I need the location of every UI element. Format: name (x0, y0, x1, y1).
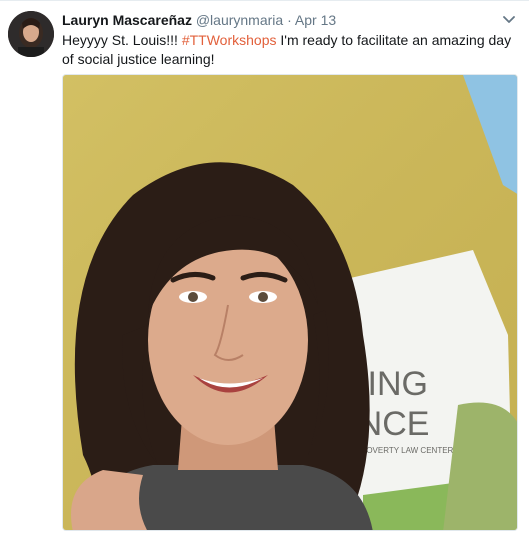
tweet-card[interactable]: Lauryn Mascareñaz @laurynmaria · Apr 13 … (0, 0, 529, 537)
author-name[interactable]: Lauryn Mascareñaz (62, 12, 192, 28)
tweet-timestamp[interactable]: Apr 13 (295, 12, 336, 28)
selfie-photo: HING ANCE N POVERTY LAW CENTER (63, 75, 517, 530)
avatar[interactable] (8, 11, 54, 57)
tweet-header: Lauryn Mascareñaz @laurynmaria · Apr 13 (62, 12, 499, 28)
banner-text-3: N POVERTY LAW CENTER (353, 446, 454, 455)
tweet-text: Heyyyy St. Louis!!! #TTWorkshops I'm rea… (62, 31, 512, 69)
hashtag-link[interactable]: #TTWorkshops (182, 32, 277, 48)
avatar-image (8, 11, 54, 57)
tweet-photo[interactable]: HING ANCE N POVERTY LAW CENTER (62, 74, 518, 531)
author-handle[interactable]: @laurynmaria (196, 12, 283, 28)
separator-dot: · (287, 12, 292, 28)
tweet-text-part: Heyyyy St. Louis!!! (62, 32, 182, 48)
chevron-down-icon[interactable] (501, 11, 517, 27)
